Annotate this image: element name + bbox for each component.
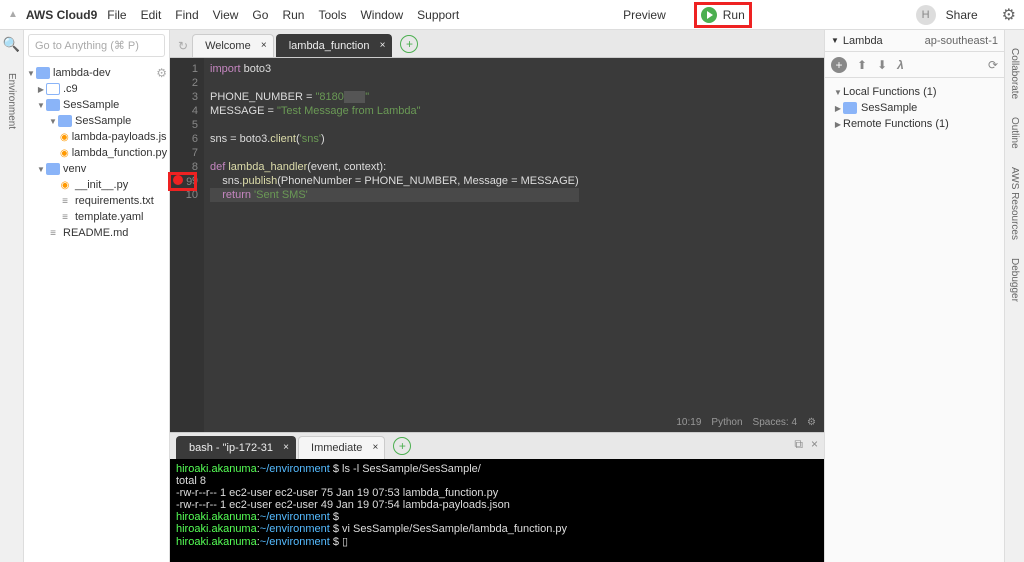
menu-find[interactable]: Find	[175, 8, 198, 22]
breakpoint-marker[interactable]: 9	[168, 172, 197, 191]
folder-icon	[46, 163, 60, 175]
tree-item[interactable]: ▼venv	[26, 161, 167, 177]
chevron-down-icon[interactable]: ▼	[831, 36, 839, 45]
environment-tab[interactable]: Environment	[6, 73, 17, 129]
terminal[interactable]: hiroaki.akanuma:~/environment $ ls -l Se…	[170, 459, 824, 562]
folder-icon	[46, 99, 60, 111]
refresh-icon[interactable]: ⟳	[988, 58, 998, 72]
tree-item[interactable]: ◉__init__.py	[26, 177, 167, 193]
tree-item[interactable]: ≡requirements.txt	[26, 193, 167, 209]
file-icon: ≡	[58, 195, 72, 207]
run-label: Run	[723, 8, 745, 22]
rail-collaborate[interactable]: Collaborate	[1009, 48, 1020, 99]
editor-tab[interactable]: lambda_function×	[276, 34, 393, 57]
local-functions[interactable]: ▼Local Functions (1)	[833, 84, 996, 100]
folder-icon	[58, 115, 72, 127]
terminal-panel: bash - "ip-172-31×Immediate× + ⧉ × hiroa…	[170, 432, 824, 562]
folder-icon	[843, 102, 857, 114]
folder-icon	[36, 67, 50, 79]
spaces[interactable]: Spaces: 4	[753, 417, 797, 428]
tree-item[interactable]: ◉lambda_function.py	[26, 145, 167, 161]
gear-icon[interactable]: ⚙	[156, 66, 167, 80]
tree-item[interactable]: ▼lambda-dev⚙	[26, 65, 167, 81]
code-editor[interactable]: 12345678910 9 import boto3 PHONE_NUMBER …	[170, 58, 824, 432]
menu-window[interactable]: Window	[360, 8, 403, 22]
terminal-tab[interactable]: Immediate×	[298, 436, 385, 459]
py-icon: ◉	[60, 147, 69, 159]
close-icon[interactable]: ×	[261, 40, 267, 51]
main-area: ↻ Welcome×lambda_function× + 12345678910…	[170, 30, 824, 562]
terminal-expand-icon[interactable]: ⧉	[794, 437, 803, 452]
lambda-icon: λ	[897, 58, 904, 72]
rail-debugger[interactable]: Debugger	[1009, 258, 1020, 302]
gear-icon[interactable]: ⚙	[807, 417, 816, 428]
rail-outline[interactable]: Outline	[1009, 117, 1020, 149]
preview-button[interactable]: Preview	[623, 8, 666, 22]
terminal-close-icon[interactable]: ×	[811, 437, 818, 452]
lambda-title: Lambda	[843, 35, 883, 47]
tab-add-button[interactable]: +	[400, 35, 418, 53]
py-icon: ◉	[60, 131, 69, 143]
local-function-item[interactable]: ▶SesSample	[833, 100, 996, 116]
gear-icon[interactable]: ⚙	[1002, 5, 1016, 25]
goto-input[interactable]: Go to Anything (⌘ P)	[28, 34, 165, 57]
share-button[interactable]: Share	[946, 8, 978, 22]
breakpoint-icon	[173, 175, 183, 185]
folder-o-icon	[46, 83, 60, 95]
menu-view[interactable]: View	[213, 8, 239, 22]
run-button[interactable]: Run	[694, 2, 752, 28]
tree-item[interactable]: ▼SesSample	[26, 97, 167, 113]
file-icon: ≡	[58, 211, 72, 223]
lambda-add-button[interactable]: +	[831, 57, 847, 73]
tree-item[interactable]: ▼SesSample	[26, 113, 167, 129]
lambda-panel: ▼ Lambda ap-southeast-1 + ⬆ ⬇ λ ⟳ ▼Local…	[824, 30, 1004, 562]
upload-icon[interactable]: ⬆	[857, 58, 867, 72]
menu-edit[interactable]: Edit	[141, 8, 162, 22]
remote-functions[interactable]: ▶Remote Functions (1)	[833, 116, 996, 132]
avatar[interactable]: H	[916, 5, 936, 25]
menu-tools[interactable]: Tools	[318, 8, 346, 22]
close-icon[interactable]: ×	[373, 442, 379, 453]
download-icon[interactable]: ⬇	[877, 58, 887, 72]
left-rail: 🔍 Environment	[0, 30, 24, 562]
tree-item[interactable]: ≡README.md	[26, 225, 167, 241]
terminal-tab[interactable]: bash - "ip-172-31×	[176, 436, 296, 459]
menu-go[interactable]: Go	[252, 8, 268, 22]
tree-item[interactable]: ≡template.yaml	[26, 209, 167, 225]
editor-tab[interactable]: Welcome×	[192, 34, 274, 57]
menu-file[interactable]: File	[107, 8, 126, 22]
play-icon	[701, 7, 717, 23]
tree-item[interactable]: ◉lambda-payloads.json	[26, 129, 167, 145]
file-explorer: Go to Anything (⌘ P) ▼lambda-dev⚙▶.c9▼Se…	[24, 30, 170, 562]
tab-history-icon[interactable]: ↻	[178, 39, 188, 53]
menubar: ▲ AWS Cloud9 File Edit Find View Go Run Tools W…	[0, 0, 1024, 30]
region[interactable]: ap-southeast-1	[925, 35, 998, 47]
rail-aws resources[interactable]: AWS Resources	[1009, 167, 1020, 240]
editor-tabs: ↻ Welcome×lambda_function× +	[170, 30, 824, 58]
right-rail: Collaborate Outline AWS Resources Debugger	[1004, 30, 1024, 562]
close-icon[interactable]: ×	[380, 40, 386, 51]
lang-mode[interactable]: Python	[711, 417, 742, 428]
menu-run[interactable]: Run	[282, 8, 304, 22]
menu-support[interactable]: Support	[417, 8, 459, 22]
file-icon: ≡	[46, 227, 60, 239]
tree-item[interactable]: ▶.c9	[26, 81, 167, 97]
gutter: 12345678910	[170, 58, 204, 432]
brand: AWS Cloud9	[26, 8, 97, 22]
terminal-add-button[interactable]: +	[393, 437, 411, 455]
search-icon[interactable]: 🔍	[3, 36, 20, 53]
close-icon[interactable]: ×	[283, 442, 289, 453]
cloud9-icon[interactable]: ▲	[8, 9, 18, 20]
editor-statusbar: 10:19 Python Spaces: 4 ⚙	[676, 417, 816, 428]
py-icon: ◉	[58, 179, 72, 191]
cursor-pos: 10:19	[676, 417, 701, 428]
